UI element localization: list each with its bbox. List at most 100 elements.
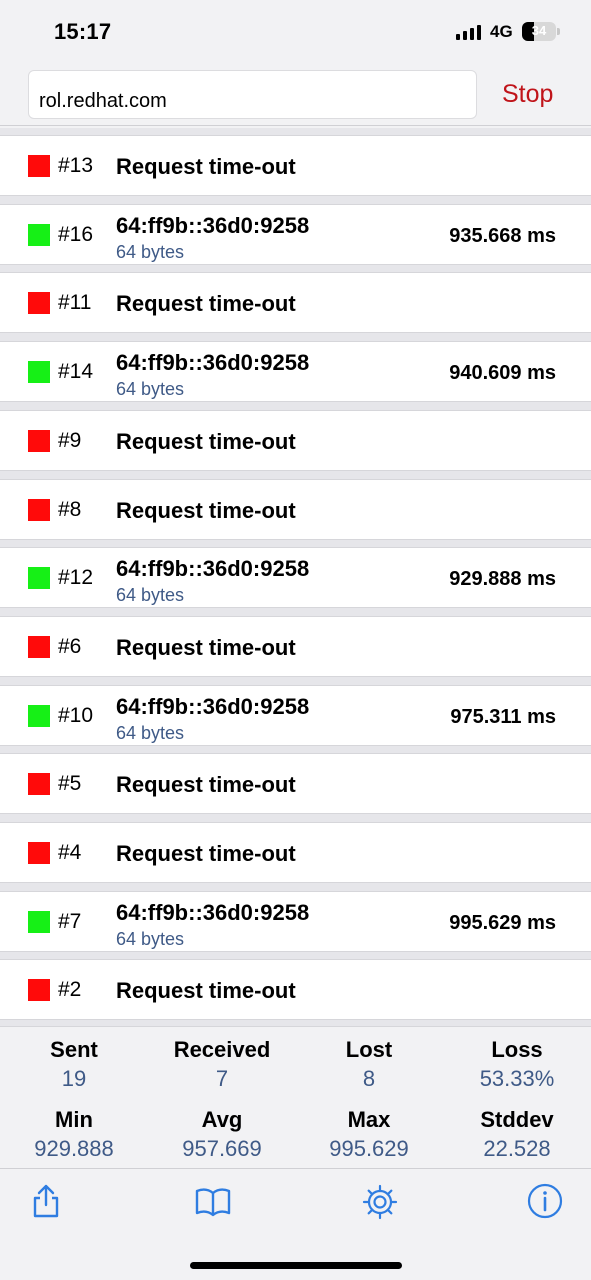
status-indicator	[28, 361, 50, 384]
stat-label: Sent	[50, 1037, 98, 1062]
ping-title: Request time-out	[116, 291, 296, 317]
ping-time: 975.311 ms	[450, 705, 556, 728]
stat-label: Loss	[491, 1037, 543, 1062]
stat-label: Max	[347, 1107, 391, 1132]
ping-sequence: #11	[58, 291, 92, 315]
ping-title: 64:ff9b::36d0:9258	[116, 899, 310, 925]
stat-value: 53.33%	[479, 1066, 555, 1091]
ping-sequence: #12	[58, 566, 94, 590]
stat-max: Max 995.629	[295, 1107, 443, 1162]
ping-title: 64:ff9b::36d0:9258	[116, 693, 310, 719]
ping-bytes: 64 bytes	[116, 722, 185, 743]
book-icon[interactable]	[194, 1183, 232, 1219]
stat-label: Lost	[345, 1037, 393, 1062]
ping-row-timeout[interactable]: #2 Request time-out	[0, 959, 591, 1021]
status-indicator	[28, 498, 50, 521]
tab-bar	[0, 1168, 591, 1280]
status-indicator	[28, 773, 50, 796]
status-time: 15:17	[54, 19, 112, 44]
stat-min: Min 929.888	[0, 1107, 148, 1162]
stop-button[interactable]: Stop	[502, 80, 553, 109]
status-indicator	[28, 567, 50, 590]
stat-sent: Sent 19	[0, 1037, 148, 1092]
gear-icon[interactable]	[361, 1183, 399, 1221]
ping-sequence: #14	[58, 360, 94, 384]
ping-title: 64:ff9b::36d0:9258	[116, 212, 310, 238]
status-indicator	[28, 979, 50, 1002]
ping-row-timeout[interactable]: #4 Request time-out	[0, 822, 591, 883]
status-indicator	[28, 223, 50, 246]
stat-value: 22.528	[483, 1136, 551, 1161]
stat-label: Avg	[201, 1107, 243, 1132]
stat-label: Min	[55, 1107, 93, 1132]
stat-avg: Avg 957.669	[148, 1107, 296, 1162]
stat-stddev: Stddev 22.528	[443, 1107, 591, 1162]
ping-sequence: #6	[58, 634, 82, 658]
ping-title: Request time-out	[116, 497, 296, 523]
ping-row-timeout[interactable]: #9 Request time-out	[0, 409, 591, 471]
ping-sequence: #2	[58, 978, 82, 1002]
status-indicator	[28, 155, 50, 177]
ping-title: Request time-out	[116, 634, 296, 660]
ping-row-timeout[interactable]: #6 Request time-out	[0, 615, 591, 677]
stats-panel: Sent 19 Received 7 Lost 8 Loss 53.33% Mi…	[0, 1026, 591, 1168]
info-icon[interactable]	[527, 1183, 563, 1219]
ping-row-reply[interactable]: #14 64:ff9b::36d0:925864 bytes 940.609 ms	[0, 341, 591, 403]
share-icon[interactable]	[28, 1183, 64, 1219]
ping-sequence: #10	[58, 703, 94, 727]
host-input[interactable]	[28, 70, 477, 119]
ping-title: 64:ff9b::36d0:9258	[116, 556, 310, 582]
ping-results-list[interactable]: #13 Request time-out #16 64:ff9b::36d0:9258…	[0, 128, 591, 1026]
ping-row-reply[interactable]: #12 64:ff9b::36d0:925864 bytes 929.888 ms	[0, 547, 591, 609]
ping-time: 940.609 ms	[449, 362, 556, 385]
ping-title: 64:ff9b::36d0:9258	[116, 350, 310, 376]
ping-row-timeout[interactable]: #11 Request time-out	[0, 272, 591, 334]
status-indicator	[28, 292, 50, 315]
header-divider	[0, 125, 591, 126]
status-indicator	[28, 429, 50, 452]
ping-row-reply[interactable]: #10 64:ff9b::36d0:925864 bytes 975.311 ms	[0, 684, 591, 746]
ping-row-reply[interactable]: #7 64:ff9b::36d0:9258 64 bytes 995.629 ms	[0, 890, 591, 952]
ping-title: Request time-out	[116, 841, 296, 866]
ping-sequence: #16	[58, 222, 94, 246]
status-indicator	[28, 704, 50, 727]
header: Stop	[0, 62, 591, 128]
home-indicator	[190, 1262, 402, 1269]
ping-sequence: #13	[58, 154, 94, 177]
ping-sequence: #8	[58, 497, 82, 521]
stat-value: 929.888	[34, 1136, 114, 1161]
ping-row-reply[interactable]: #16 64:ff9b::36d0:925864 bytes 935.668 ms	[0, 203, 591, 265]
ping-title: Request time-out	[116, 772, 296, 798]
status-indicator	[28, 910, 50, 933]
stat-value: 957.669	[182, 1136, 262, 1161]
ping-title: Request time-out	[116, 978, 296, 1004]
ping-bytes: 64 bytes	[116, 241, 185, 262]
status-bar: 15:17 4G 34	[0, 0, 591, 62]
stat-lost: Lost 8	[295, 1037, 443, 1092]
stat-received: Received 7	[148, 1037, 296, 1092]
cellular-signal-icon	[456, 25, 481, 40]
battery-icon: 34	[522, 22, 556, 41]
ping-row-timeout[interactable]: #5 Request time-out	[0, 753, 591, 815]
stat-value: 7	[215, 1066, 229, 1091]
ping-title: Request time-out	[116, 154, 296, 179]
ping-time: 995.629 ms	[449, 911, 556, 934]
ping-bytes: 64 bytes	[116, 379, 185, 400]
ping-sequence: #4	[58, 841, 82, 864]
stat-label: Stddev	[480, 1107, 554, 1132]
ping-sequence: #9	[58, 428, 82, 452]
battery-tip	[557, 28, 560, 35]
network-type: 4G	[490, 22, 513, 41]
stat-value: 995.629	[329, 1136, 409, 1161]
stat-value: 19	[61, 1066, 87, 1091]
ping-bytes: 64 bytes	[116, 928, 185, 949]
status-indicator	[28, 635, 50, 658]
status-indicator	[28, 842, 50, 864]
ping-time: 929.888 ms	[449, 568, 556, 591]
stat-value: 8	[362, 1066, 376, 1091]
ping-time: 935.668 ms	[449, 224, 556, 247]
ping-bytes: 64 bytes	[116, 585, 185, 606]
battery-level: 34	[531, 23, 547, 38]
ping-row-timeout[interactable]: #13 Request time-out	[0, 135, 591, 196]
ping-row-timeout[interactable]: #8 Request time-out	[0, 478, 591, 540]
